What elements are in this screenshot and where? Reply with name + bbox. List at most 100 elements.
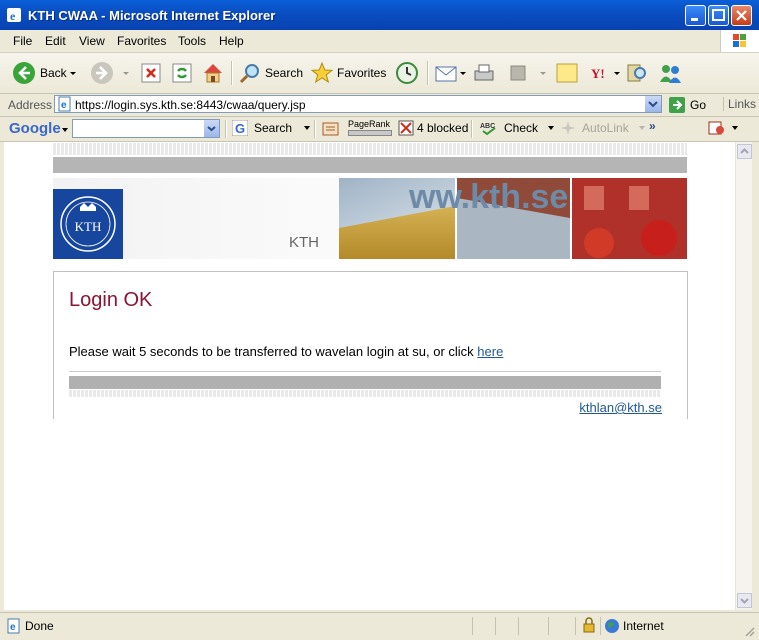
- chevron-down-icon: [207, 126, 216, 132]
- transfer-message: Please wait 5 seconds to be transferred …: [69, 344, 503, 359]
- chevron-down-icon: [548, 126, 555, 130]
- chevron-down-icon: [69, 72, 76, 75]
- chevron-down-icon: [62, 128, 68, 132]
- back-arrow-icon: [13, 62, 35, 84]
- menu-file[interactable]: File: [13, 34, 32, 48]
- translate-icon: [708, 121, 724, 135]
- standard-toolbar: Back Search Favorites Y!: [0, 53, 759, 94]
- chevron-down-icon: [460, 72, 466, 75]
- bottom-gray-stripe: [69, 376, 661, 389]
- refresh-icon: [172, 63, 192, 83]
- stop-icon: [141, 63, 161, 83]
- globe-icon: [605, 619, 619, 633]
- minimize-button[interactable]: [685, 5, 706, 26]
- history-icon: [396, 62, 418, 84]
- address-input[interactable]: e https://login.sys.kth.se:8443/cwaa/que…: [54, 95, 662, 113]
- kth-banner: KTH KTH ww.kth.se: [53, 178, 687, 259]
- status-text: Done: [25, 619, 54, 633]
- star-icon: [310, 61, 334, 84]
- home-button[interactable]: [201, 59, 225, 87]
- spellcheck-button[interactable]: ABC Check: [480, 120, 556, 136]
- pagerank-widget[interactable]: PageRank: [348, 119, 392, 136]
- svg-text:Y!: Y!: [591, 66, 605, 81]
- address-label: Address: [8, 98, 53, 112]
- svg-text:G: G: [235, 121, 245, 136]
- chevron-down-icon: [732, 126, 738, 130]
- popup-blocker-button[interactable]: 4 blocked: [398, 120, 468, 136]
- mail-button[interactable]: [434, 59, 468, 87]
- windows-flag-icon: [733, 34, 746, 47]
- favorites-button[interactable]: Favorites: [310, 59, 386, 87]
- menu-favorites[interactable]: Favorites: [117, 34, 166, 48]
- ie-icon: e: [7, 8, 21, 23]
- printer-icon: [474, 64, 494, 81]
- forward-arrow-icon: [91, 62, 113, 84]
- google-toolbar: Google G Search PageRank 4 blocked ABC C…: [0, 117, 759, 142]
- window-title: KTH CWAA - Microsoft Internet Explorer: [28, 8, 276, 23]
- transfer-message-text: Please wait 5 seconds to be transferred …: [69, 344, 474, 359]
- contact-email-link[interactable]: kthlan@kth.se: [579, 400, 662, 415]
- decorative-dots-bottom: [69, 390, 661, 397]
- svg-text:e: e: [10, 622, 16, 633]
- mail-icon: [435, 66, 457, 82]
- address-url: https://login.sys.kth.se:8443/cwaa/query…: [75, 98, 306, 112]
- stop-button[interactable]: [140, 59, 162, 87]
- chevron-down-icon: [638, 126, 645, 130]
- vertical-scrollbar[interactable]: [735, 142, 753, 610]
- kth-logo-text: KTH: [75, 219, 102, 234]
- edit-button[interactable]: [508, 59, 548, 87]
- toolbar-separator: [225, 120, 227, 138]
- title-bar[interactable]: e KTH CWAA - Microsoft Internet Explorer: [0, 0, 759, 30]
- yahoo-button[interactable]: Y!: [590, 59, 622, 87]
- scroll-down-button[interactable]: [737, 593, 752, 608]
- chevron-down-icon: [540, 72, 546, 75]
- more-chevron-button[interactable]: »: [649, 119, 656, 133]
- refresh-button[interactable]: [171, 59, 193, 87]
- google-search-dropdown[interactable]: [204, 120, 219, 137]
- messenger-button[interactable]: [657, 59, 683, 87]
- home-icon: [204, 64, 222, 83]
- here-link[interactable]: here: [477, 344, 503, 359]
- security-zone-text: Internet: [623, 619, 664, 633]
- lock-icon[interactable]: [582, 617, 596, 633]
- menu-view[interactable]: View: [79, 34, 105, 48]
- close-button[interactable]: [731, 5, 752, 26]
- kth-building-photo: ww.kth.se: [339, 178, 687, 259]
- status-divider: [600, 617, 601, 635]
- scroll-up-button[interactable]: [737, 144, 752, 159]
- window-border: [752, 142, 759, 610]
- research-button[interactable]: [625, 59, 649, 87]
- menu-help[interactable]: Help: [219, 34, 244, 48]
- toolbar-separator: [427, 61, 429, 85]
- news-icon[interactable]: [322, 121, 340, 137]
- search-icon: [239, 64, 259, 84]
- kth-crest-icon: KTH: [60, 196, 116, 252]
- menu-edit[interactable]: Edit: [45, 34, 66, 48]
- google-search-button[interactable]: G Search: [232, 120, 312, 136]
- forward-button[interactable]: [90, 59, 132, 87]
- messenger-icon: [660, 65, 681, 83]
- autolink-button[interactable]: AutoLink: [560, 120, 647, 136]
- go-button[interactable]: Go: [668, 96, 706, 114]
- print-button[interactable]: [472, 59, 496, 87]
- top-gray-stripe: [53, 157, 687, 173]
- maximize-button[interactable]: [708, 5, 729, 26]
- minimize-icon: [691, 18, 698, 21]
- address-dropdown-button[interactable]: [645, 96, 661, 112]
- page-done-icon: e: [7, 618, 20, 634]
- chevron-up-icon: [740, 148, 749, 154]
- status-divider: [518, 617, 519, 635]
- discuss-button[interactable]: [555, 59, 579, 87]
- back-button[interactable]: Back: [12, 59, 79, 87]
- menu-tools[interactable]: Tools: [178, 34, 206, 48]
- kth-logo[interactable]: KTH: [53, 189, 123, 259]
- go-arrow-icon: [669, 97, 685, 113]
- google-search-input[interactable]: [72, 119, 220, 138]
- decorative-dots-top: [53, 143, 687, 155]
- history-button[interactable]: [395, 59, 419, 87]
- search-button[interactable]: Search: [238, 59, 303, 87]
- google-brand[interactable]: Google: [9, 120, 61, 137]
- resize-grip-icon[interactable]: [744, 626, 756, 638]
- google-options-button[interactable]: [708, 120, 740, 136]
- links-button[interactable]: Links: [723, 97, 756, 111]
